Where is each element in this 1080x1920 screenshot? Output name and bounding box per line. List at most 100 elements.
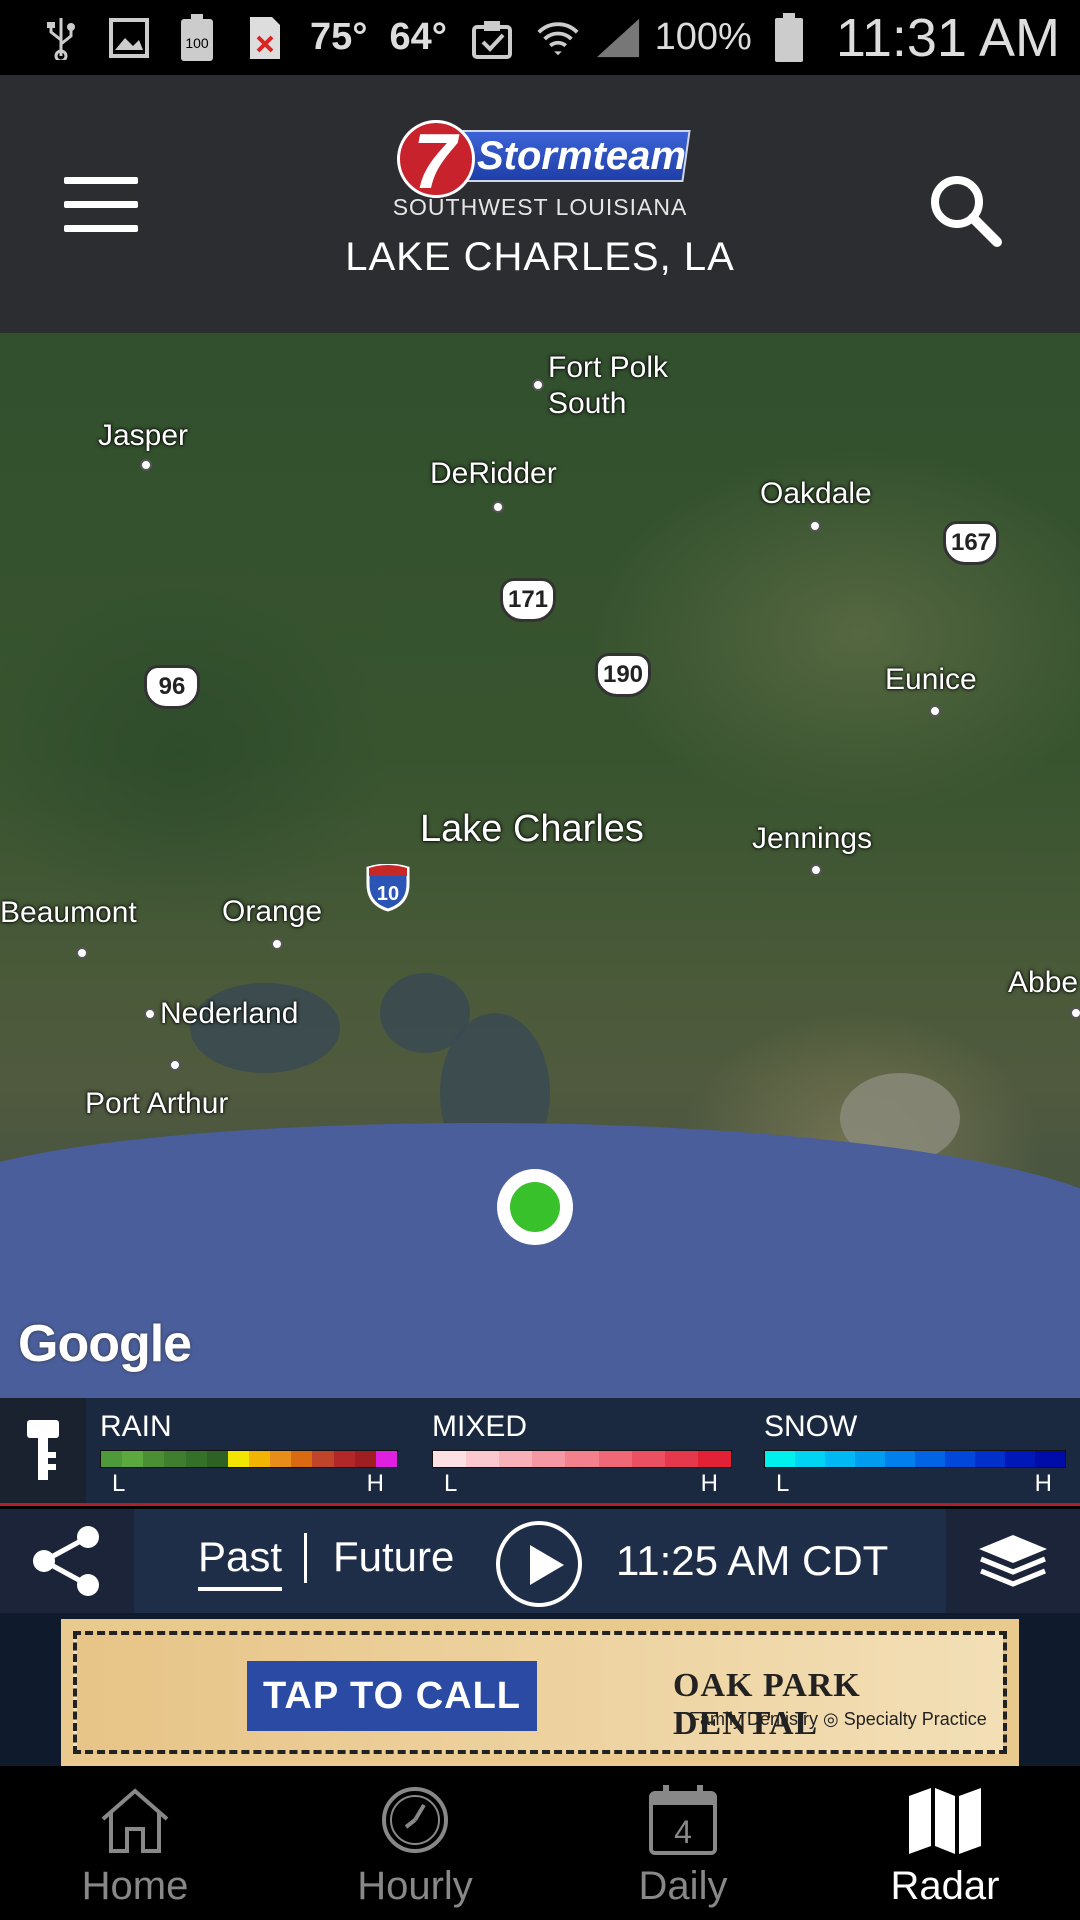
city-dot [532, 379, 544, 391]
share-button[interactable] [0, 1509, 134, 1613]
ad-tap-to-call[interactable]: TAP TO CALL [247, 1661, 537, 1731]
legend-swatch [664, 1451, 698, 1467]
city-dot [929, 705, 941, 717]
nav-radar-label: Radar [890, 1864, 1000, 1908]
city-label: Eunice [885, 663, 977, 696]
legend-swatch [975, 1451, 1005, 1467]
legend-swatch [312, 1451, 334, 1467]
city-label: Abbe [1008, 966, 1079, 999]
calendar-icon: 4 [643, 1780, 723, 1860]
city-label: Port Arthur [85, 1087, 229, 1120]
location-dot [510, 1182, 560, 1232]
legend-snow-title: SNOW [764, 1410, 858, 1443]
legend-swatch [270, 1451, 292, 1467]
hamburger-line [64, 177, 138, 184]
interstate-number: 10 [377, 883, 399, 905]
layers-icon [979, 1535, 1047, 1587]
city-dot [810, 864, 822, 876]
city-dot [492, 501, 504, 513]
share-icon [33, 1526, 99, 1596]
city-label: Oakdale [760, 477, 872, 510]
nav-daily[interactable]: 4 Daily [548, 1766, 818, 1920]
radar-map[interactable]: Fort Polk South Jasper DeRidder Oakdale … [0, 333, 1080, 1398]
legend-mixed-bar [432, 1450, 732, 1468]
legend-swatch [1005, 1451, 1035, 1467]
map-icon [905, 1780, 985, 1860]
play-button[interactable] [496, 1521, 582, 1607]
city-label: Jasper [98, 419, 189, 452]
bottom-nav: Home Hourly 4 Daily Radar [0, 1766, 1080, 1920]
city-dot [169, 1059, 181, 1071]
legend-swatch [333, 1451, 355, 1467]
route-shield: 167 [943, 521, 999, 565]
app-header: Stormteam 7 SOUTHWEST LOUISIANA LAKE CHA… [0, 75, 1080, 333]
current-location-marker[interactable] [497, 1169, 573, 1245]
legend-rain: RAIN L H [100, 1410, 398, 1498]
nav-hourly-label: Hourly [357, 1864, 473, 1908]
tab-past[interactable]: Past [198, 1533, 283, 1591]
legend-rain-bar [100, 1450, 398, 1468]
legend-swatch [466, 1451, 500, 1467]
file-error-icon [242, 15, 288, 61]
route-shield: 190 [595, 653, 651, 697]
legend-snow: SNOW L H [764, 1410, 1066, 1498]
city-label: Jennings [752, 822, 873, 855]
precip-legend: RAIN L H MIXED L H SNOW L H [0, 1398, 1080, 1506]
current-temp: 75° [310, 16, 368, 58]
tab-future[interactable]: Future [333, 1533, 454, 1581]
legend-swatch [825, 1451, 855, 1467]
legend-swatch [227, 1451, 249, 1467]
clipboard-check-icon [469, 15, 515, 61]
hamburger-line [64, 225, 138, 232]
search-button[interactable] [925, 170, 1005, 250]
interstate-shield: 10 [365, 863, 411, 912]
nav-radar[interactable]: Radar [810, 1766, 1080, 1920]
city-label: Nederland [160, 997, 299, 1030]
legend-rain-title: RAIN [100, 1410, 172, 1443]
image-icon [106, 15, 152, 61]
google-logo: Google [18, 1315, 192, 1373]
legend-swatch [122, 1451, 144, 1467]
battery-percent: 100% [654, 16, 752, 58]
legend-swatch [248, 1451, 271, 1467]
legend-swatch [795, 1451, 825, 1467]
city-label: Orange [222, 895, 323, 928]
legend-swatch [855, 1451, 885, 1467]
legend-high: H [700, 1470, 718, 1497]
city-dot [1070, 1007, 1080, 1019]
menu-button[interactable] [60, 175, 140, 235]
city-label: Lake Charles [420, 808, 644, 850]
ad-banner[interactable]: TAP TO CALL OAK PARK DENTAL Family Denti… [61, 1619, 1019, 1766]
hamburger-line [64, 201, 138, 208]
legend-high: H [366, 1470, 384, 1497]
usb-icon [38, 15, 84, 61]
city-label: DeRidder [430, 457, 557, 490]
calendar-day: 4 [674, 1814, 692, 1850]
legend-low: L [776, 1470, 790, 1497]
logo-subtitle: SOUTHWEST LOUISIANA [392, 194, 688, 220]
layers-button[interactable] [946, 1509, 1080, 1613]
radar-timestamp: 11:25 AM CDT [616, 1537, 889, 1584]
legend-swatch [1035, 1451, 1065, 1467]
battery-saver-icon: 100 [174, 13, 220, 61]
nav-home[interactable]: Home [0, 1766, 270, 1920]
ad-container: TAP TO CALL OAK PARK DENTAL Family Denti… [0, 1613, 1080, 1766]
low-temp: 64° [389, 16, 447, 58]
legend-swatch [143, 1451, 165, 1467]
legend-swatch [499, 1451, 533, 1467]
legend-mixed: MIXED L H [432, 1410, 732, 1498]
nav-daily-label: Daily [638, 1864, 728, 1908]
radar-controls: Past Future 11:25 AM CDT [0, 1509, 1080, 1613]
route-shield: 171 [500, 578, 556, 622]
ad-tagline: Family Dentistry ◎ Specialty Practice [689, 1709, 987, 1729]
clock: 11:31 AM [835, 7, 1060, 68]
legend-swatch [885, 1451, 915, 1467]
legend-swatch [354, 1451, 376, 1467]
legend-swatch [945, 1451, 975, 1467]
legend-key-button[interactable] [0, 1398, 86, 1503]
city-dot [76, 947, 88, 959]
nav-hourly[interactable]: Hourly [280, 1766, 550, 1920]
legend-swatch [101, 1451, 123, 1467]
legend-swatch [206, 1451, 228, 1467]
legend-swatch [765, 1451, 795, 1467]
